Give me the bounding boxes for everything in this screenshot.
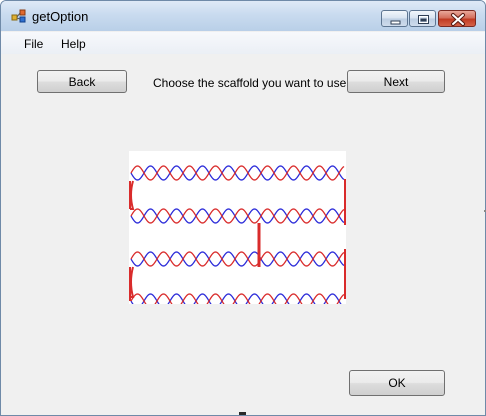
resize-grip[interactable] xyxy=(239,412,246,415)
menu-help[interactable]: Help xyxy=(61,37,86,51)
scaffold-prompt: Choose the scaffold you want to use xyxy=(153,76,347,90)
ok-button[interactable]: OK xyxy=(349,370,445,396)
maximize-icon xyxy=(418,15,429,24)
app-window: getOption File Help Back Choose the scaf… xyxy=(0,0,486,416)
menu-file[interactable]: File xyxy=(24,37,43,51)
minimize-icon xyxy=(390,20,401,25)
close-icon xyxy=(451,13,465,26)
back-button[interactable]: Back xyxy=(37,70,127,93)
scaffold-diagram xyxy=(129,165,346,309)
title-bar[interactable]: getOption xyxy=(1,1,485,31)
minimize-button[interactable] xyxy=(381,10,408,27)
next-button[interactable]: Next xyxy=(347,70,445,93)
menu-bar: File Help xyxy=(1,32,485,54)
maximize-button[interactable] xyxy=(409,10,436,27)
scaffold-preview[interactable] xyxy=(129,151,346,309)
close-button[interactable] xyxy=(438,10,476,27)
app-icon xyxy=(11,9,26,23)
window-title: getOption xyxy=(32,9,89,24)
